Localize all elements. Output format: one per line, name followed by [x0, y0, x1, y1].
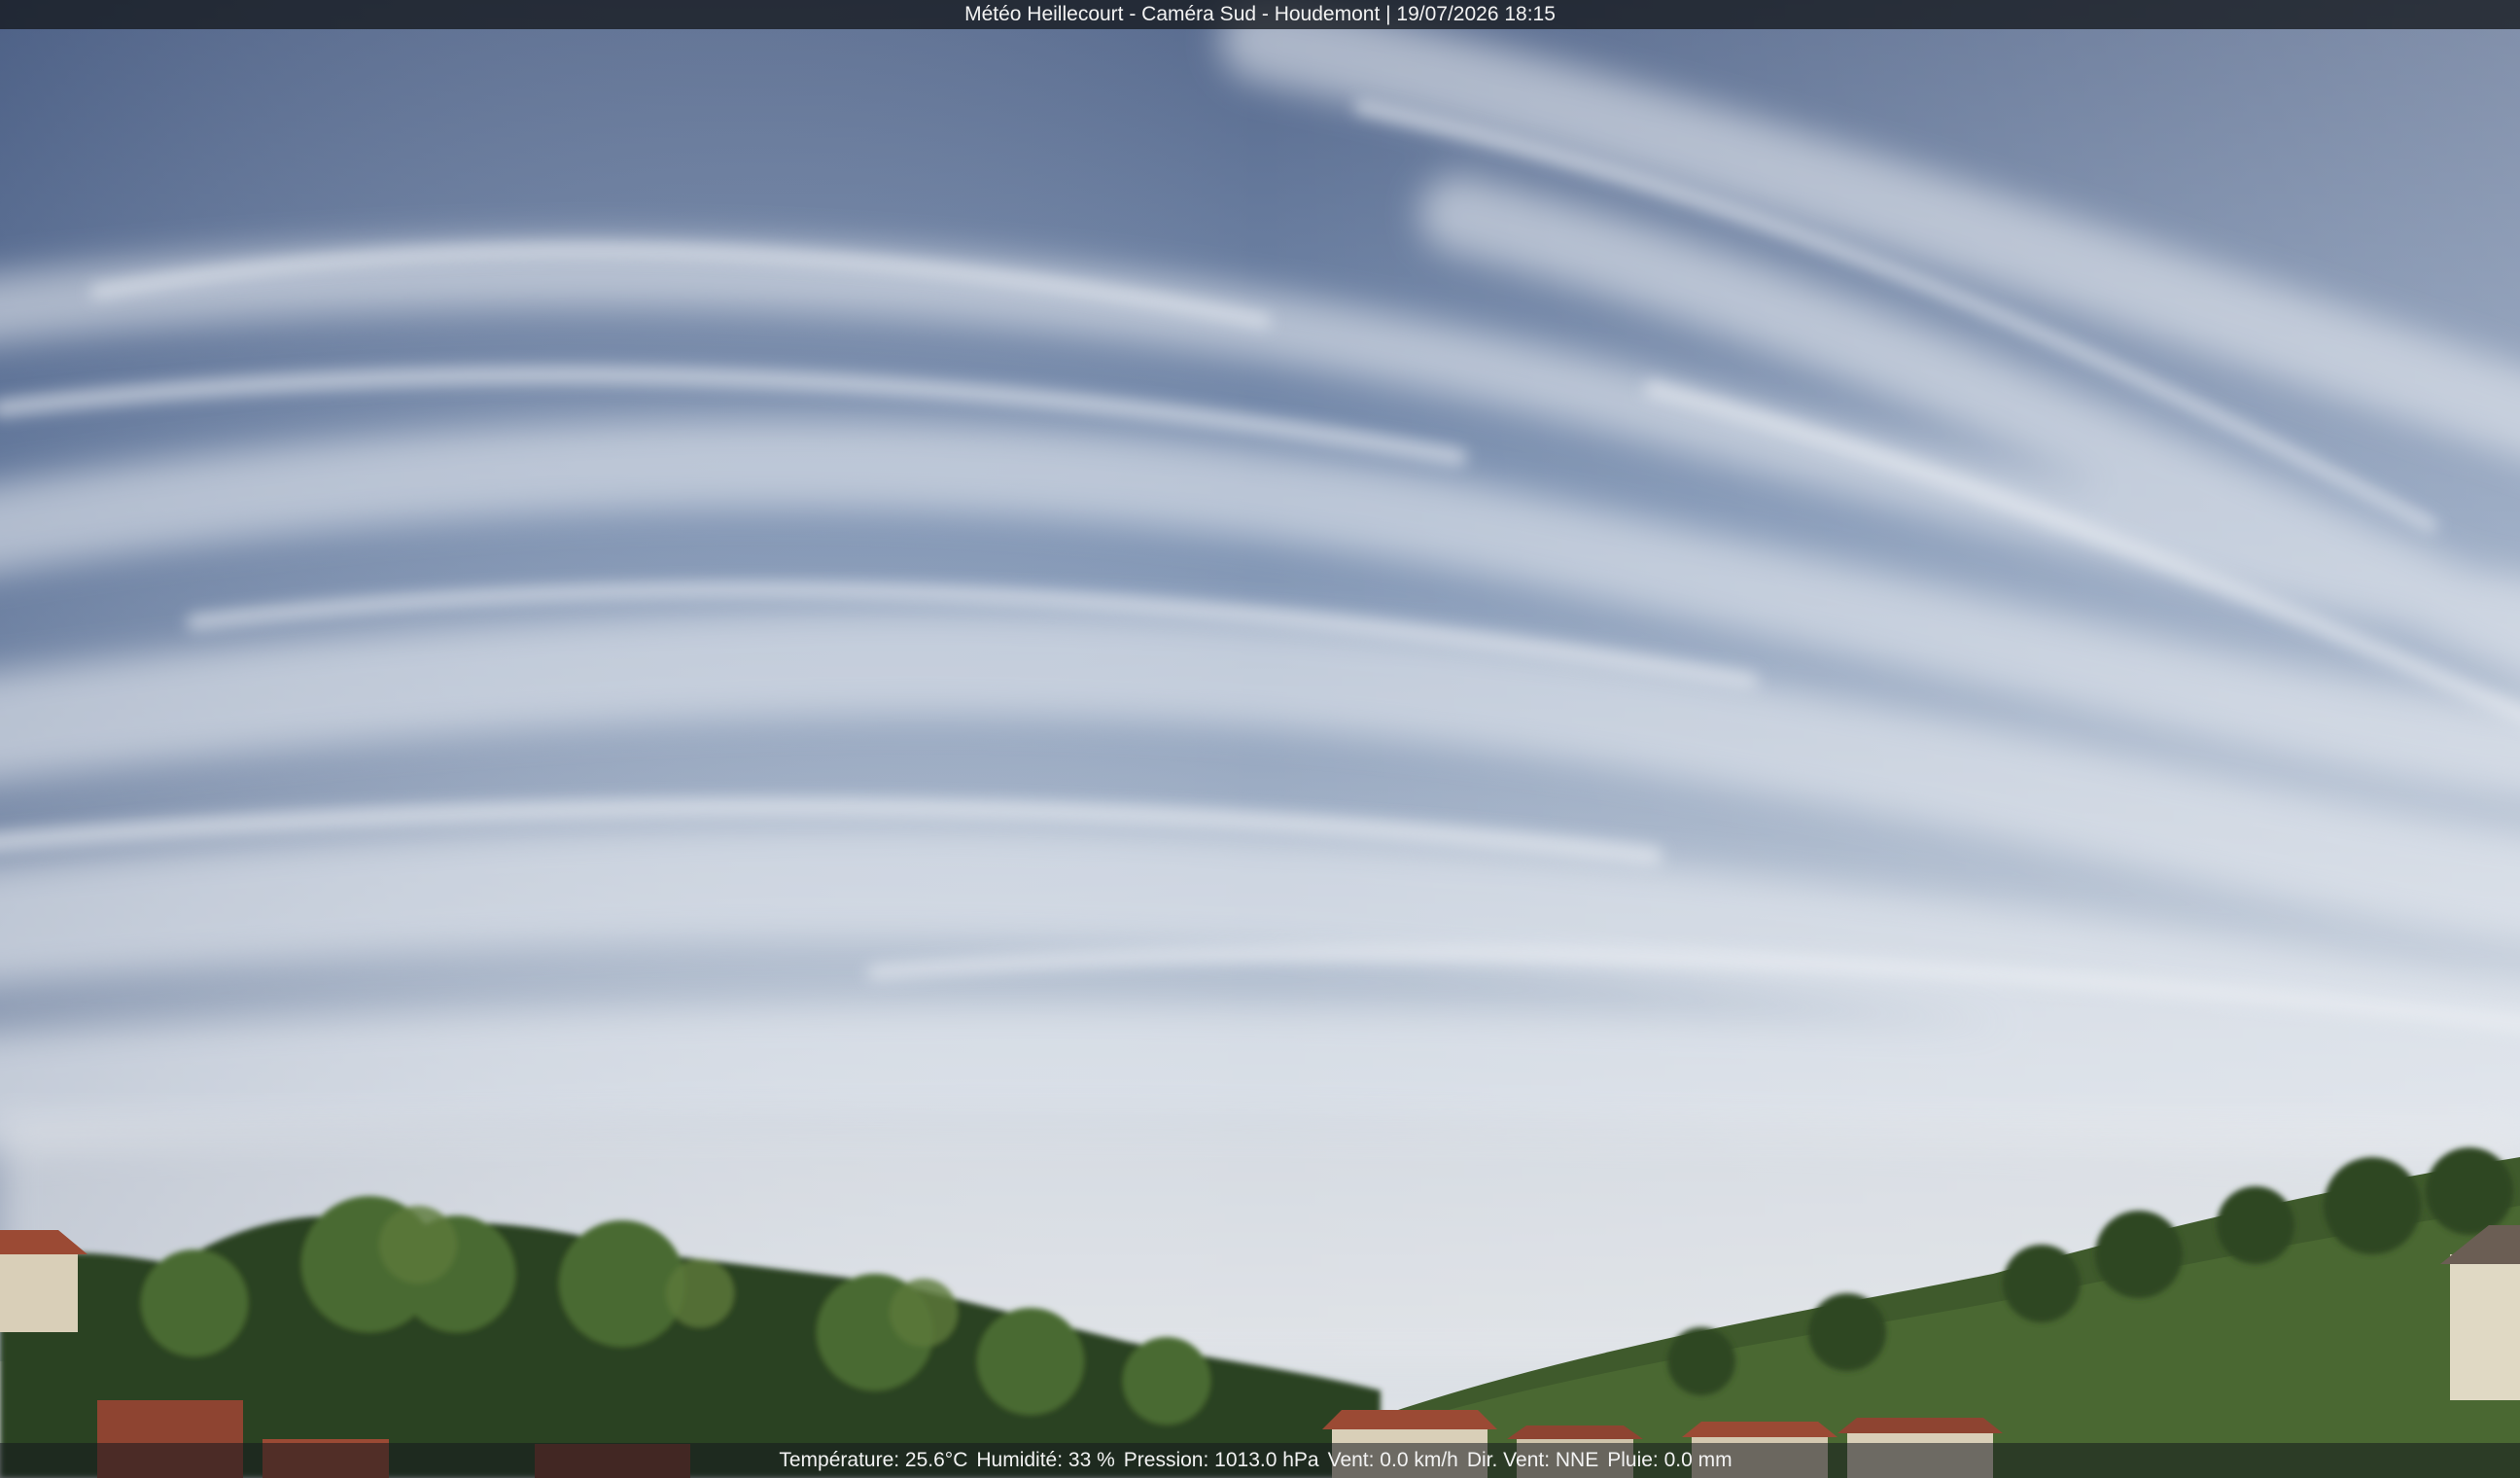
pressure-reading: Pression: 1013.0 hPa — [1123, 1449, 1319, 1471]
camera-title: Météo Heillecourt - Caméra Sud - Houdemo… — [964, 3, 1556, 25]
wind-direction-reading: Dir. Vent: NNE — [1466, 1449, 1599, 1471]
humidity-reading: Humidité: 33 % — [976, 1449, 1115, 1471]
weather-data-bar: Température: 25.6°C Humidité: 33 % Press… — [0, 1443, 2520, 1478]
wind-speed-reading: Vent: 0.0 km/h — [1327, 1449, 1458, 1471]
temperature-reading: Température: 25.6°C — [779, 1449, 968, 1471]
webcam-frame: Météo Heillecourt - Caméra Sud - Houdemo… — [0, 0, 2520, 1478]
camera-title-bar: Météo Heillecourt - Caméra Sud - Houdemo… — [0, 0, 2520, 29]
sky-scene — [0, 0, 2520, 1478]
rain-reading: Pluie: 0.0 mm — [1607, 1449, 1732, 1471]
